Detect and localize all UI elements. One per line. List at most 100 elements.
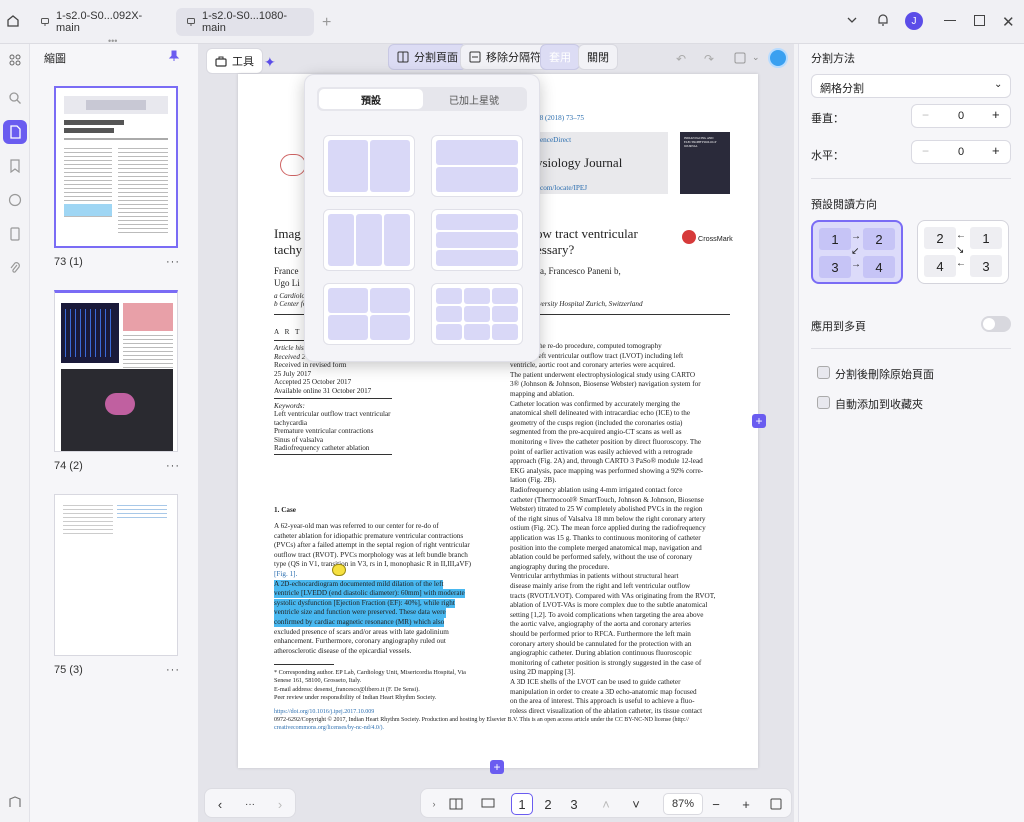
- chevron-down-icon[interactable]: [846, 14, 858, 26]
- text-line: should be performed prior to RFCA. Furth…: [510, 630, 691, 638]
- preset-tabs: 預設 已加上星號: [317, 87, 527, 111]
- journal-url[interactable]: com/locate/IPEJ: [540, 184, 587, 193]
- fit-page-icon[interactable]: [765, 793, 787, 815]
- horizontal-stepper[interactable]: − 0 +: [911, 140, 1011, 164]
- text-line: segmented from the pre-acquired angio-CT…: [510, 428, 682, 437]
- redo-icon[interactable]: ↷: [704, 52, 714, 66]
- text-line: disease mainly arise from the right and …: [510, 582, 691, 590]
- more-button[interactable]: ···: [239, 793, 261, 815]
- add-favorites-checkbox[interactable]: [817, 396, 830, 409]
- tab-document-2[interactable]: 1-s2.0-S0...1080-main: [176, 8, 314, 36]
- reading-mode-icon[interactable]: [445, 793, 467, 815]
- paperclip-icon[interactable]: [3, 256, 27, 280]
- zoom-out-icon[interactable]: −: [705, 793, 727, 815]
- add-split-line-icon[interactable]: +: [490, 760, 504, 774]
- new-tab-icon[interactable]: +: [322, 14, 331, 32]
- layout-two-rows[interactable]: [431, 135, 523, 197]
- avatar[interactable]: J: [905, 12, 923, 30]
- grid-icon[interactable]: [3, 48, 27, 72]
- attachment-list-icon[interactable]: [3, 222, 27, 246]
- page-2-button[interactable]: 2: [537, 793, 559, 815]
- arrow-diagonal-icon: ↘: [956, 245, 965, 256]
- sciencedirect-link[interactable]: ienceDirect: [538, 136, 571, 145]
- presentation-icon[interactable]: [477, 793, 499, 815]
- save-icon[interactable]: [734, 52, 746, 64]
- apply-multiple-toggle[interactable]: [981, 316, 1011, 332]
- split-page-button[interactable]: 分割頁面: [388, 44, 467, 70]
- tab-document-1[interactable]: 1-s2.0-S0...092X-main: [30, 8, 168, 36]
- tools-button[interactable]: 工具: [206, 48, 263, 74]
- page-down-icon[interactable]: ˅: [625, 793, 647, 815]
- tab-starred[interactable]: 已加上星號: [423, 89, 525, 109]
- arrow-left-icon: ←: [956, 230, 966, 241]
- tab-label: 1-s2.0-S0...1080-main: [202, 10, 287, 34]
- tab-label: 1-s2.0-S0...092X-main: [56, 10, 143, 34]
- apply-button[interactable]: 套用: [540, 44, 580, 70]
- close-icon[interactable]: ✕: [1002, 13, 1015, 31]
- license-link[interactable]: creativecommons.org/licenses/by-nc-nd/4.…: [274, 724, 384, 733]
- journal-cover: INDIAN PACING AND ELECTROPHYSIOLOGY JOUR…: [680, 132, 730, 194]
- page-up-icon[interactable]: ˄: [595, 793, 617, 815]
- home-icon[interactable]: [6, 14, 20, 28]
- pages-icon[interactable]: [3, 120, 27, 144]
- next-icon[interactable]: ›: [269, 793, 291, 815]
- pin-icon[interactable]: [168, 50, 180, 62]
- decrement-icon[interactable]: −: [922, 108, 929, 122]
- layout-three-rows[interactable]: [431, 209, 523, 271]
- direction-left-to-right[interactable]: 1 2 3 4 → ↙ →: [811, 220, 903, 284]
- direction-right-to-left[interactable]: 2 1 4 3 ← ↘ ←: [917, 220, 1009, 284]
- maximize-icon[interactable]: [974, 15, 985, 26]
- ai-sparkle-icon[interactable]: ✦: [264, 54, 276, 71]
- delete-original-checkbox[interactable]: [817, 366, 830, 379]
- layers-icon[interactable]: [3, 790, 27, 814]
- top-toolbar: 工具 ✦ 分割頁面 移除分隔符 套用 關閉 ↶ ↷ ⌄: [198, 44, 794, 74]
- undo-icon[interactable]: ↶: [676, 52, 686, 66]
- zoom-in-icon[interactable]: +: [735, 793, 757, 815]
- text-line: confirmed by cardiac magnetic resonance …: [274, 618, 445, 628]
- thumbnail-menu-button[interactable]: ···: [166, 256, 180, 268]
- vertical-stepper[interactable]: − 0 +: [911, 104, 1011, 128]
- comment-note-icon[interactable]: [332, 564, 346, 576]
- prev-icon[interactable]: ‹: [209, 793, 231, 815]
- increment-icon[interactable]: +: [992, 107, 1000, 122]
- search-icon[interactable]: [3, 86, 27, 110]
- bookmark-icon[interactable]: [3, 154, 27, 178]
- text-line: ventricle [LVEDD (end diastolic diameter…: [274, 589, 465, 599]
- page-thumbnail-3[interactable]: [54, 494, 178, 656]
- layout-3x3-grid[interactable]: [431, 283, 523, 345]
- comment-icon[interactable]: [3, 188, 27, 212]
- close-split-button[interactable]: 關閉: [578, 44, 618, 70]
- add-split-line-icon[interactable]: +: [752, 414, 766, 428]
- minimize-icon[interactable]: [944, 20, 956, 21]
- remove-separator-button[interactable]: 移除分隔符: [460, 44, 550, 70]
- increment-icon[interactable]: +: [992, 143, 1000, 158]
- text-line: mapping and ablation.: [510, 390, 575, 398]
- authors-start: France: [274, 266, 299, 276]
- assistant-icon[interactable]: [768, 48, 788, 68]
- decrement-icon[interactable]: −: [922, 144, 929, 158]
- thumbnail-menu-button[interactable]: ···: [166, 664, 180, 676]
- text-line: using 2D mapping [3].: [510, 668, 576, 677]
- layout-three-columns[interactable]: [323, 209, 415, 271]
- crossmark-icon[interactable]: [682, 230, 696, 244]
- page-thumbnail-1[interactable]: [54, 86, 178, 248]
- title-bar: 1-s2.0-S0...092X-main 1-s2.0-S0...1080-m…: [0, 0, 1024, 44]
- page-thumbnail-2[interactable]: [54, 290, 178, 452]
- navigation-group: ‹ ··· ›: [204, 788, 296, 818]
- text-line: angiography during the procedure.: [510, 562, 610, 571]
- thumbnail-menu-button[interactable]: ···: [166, 460, 180, 472]
- chevron-right-icon[interactable]: ›: [423, 793, 445, 815]
- layout-two-columns[interactable]: [323, 135, 415, 197]
- text-line: ablation could be performed safely, with…: [510, 553, 693, 562]
- page-3-button[interactable]: 3: [563, 793, 585, 815]
- chevron-down-icon[interactable]: ⌄: [752, 52, 760, 63]
- drag-handle[interactable]: •••: [108, 36, 117, 46]
- zoom-level[interactable]: 87%: [663, 793, 703, 815]
- tab-preset[interactable]: 預設: [319, 89, 423, 109]
- split-method-select[interactable]: 網格分割 ⌄: [811, 74, 1011, 98]
- chevron-down-icon: ⌄: [994, 79, 1003, 90]
- page-1-button[interactable]: 1: [511, 793, 533, 815]
- bell-icon[interactable]: [876, 13, 890, 27]
- layout-2x2-grid[interactable]: [323, 283, 415, 345]
- text-line: geometry of the cusps region (included t…: [510, 418, 683, 427]
